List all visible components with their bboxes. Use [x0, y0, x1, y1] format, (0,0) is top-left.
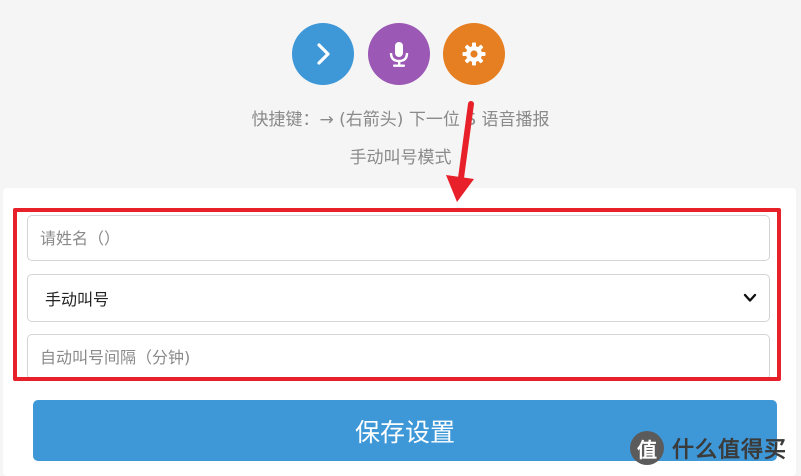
next-button[interactable]	[292, 23, 354, 85]
watermark-text: 什么值得买	[672, 438, 788, 463]
save-settings-label: 保存设置	[354, 417, 455, 447]
shortcut-hint: 快捷键：→ (右箭头) 下一位 S 语音播报	[251, 110, 550, 130]
microphone-icon	[389, 42, 409, 67]
gear-icon	[462, 42, 486, 66]
mode-label: 手动叫号模式	[349, 148, 452, 168]
watermark: 值 什么值得买	[630, 428, 787, 468]
chevron-right-icon	[317, 43, 330, 65]
voice-announce-button[interactable]	[368, 23, 430, 85]
smzdm-logo-icon: 值	[630, 431, 664, 465]
settings-button[interactable]	[443, 23, 505, 85]
watermark-logo-glyph: 值	[637, 437, 657, 462]
highlight-box	[13, 208, 781, 381]
